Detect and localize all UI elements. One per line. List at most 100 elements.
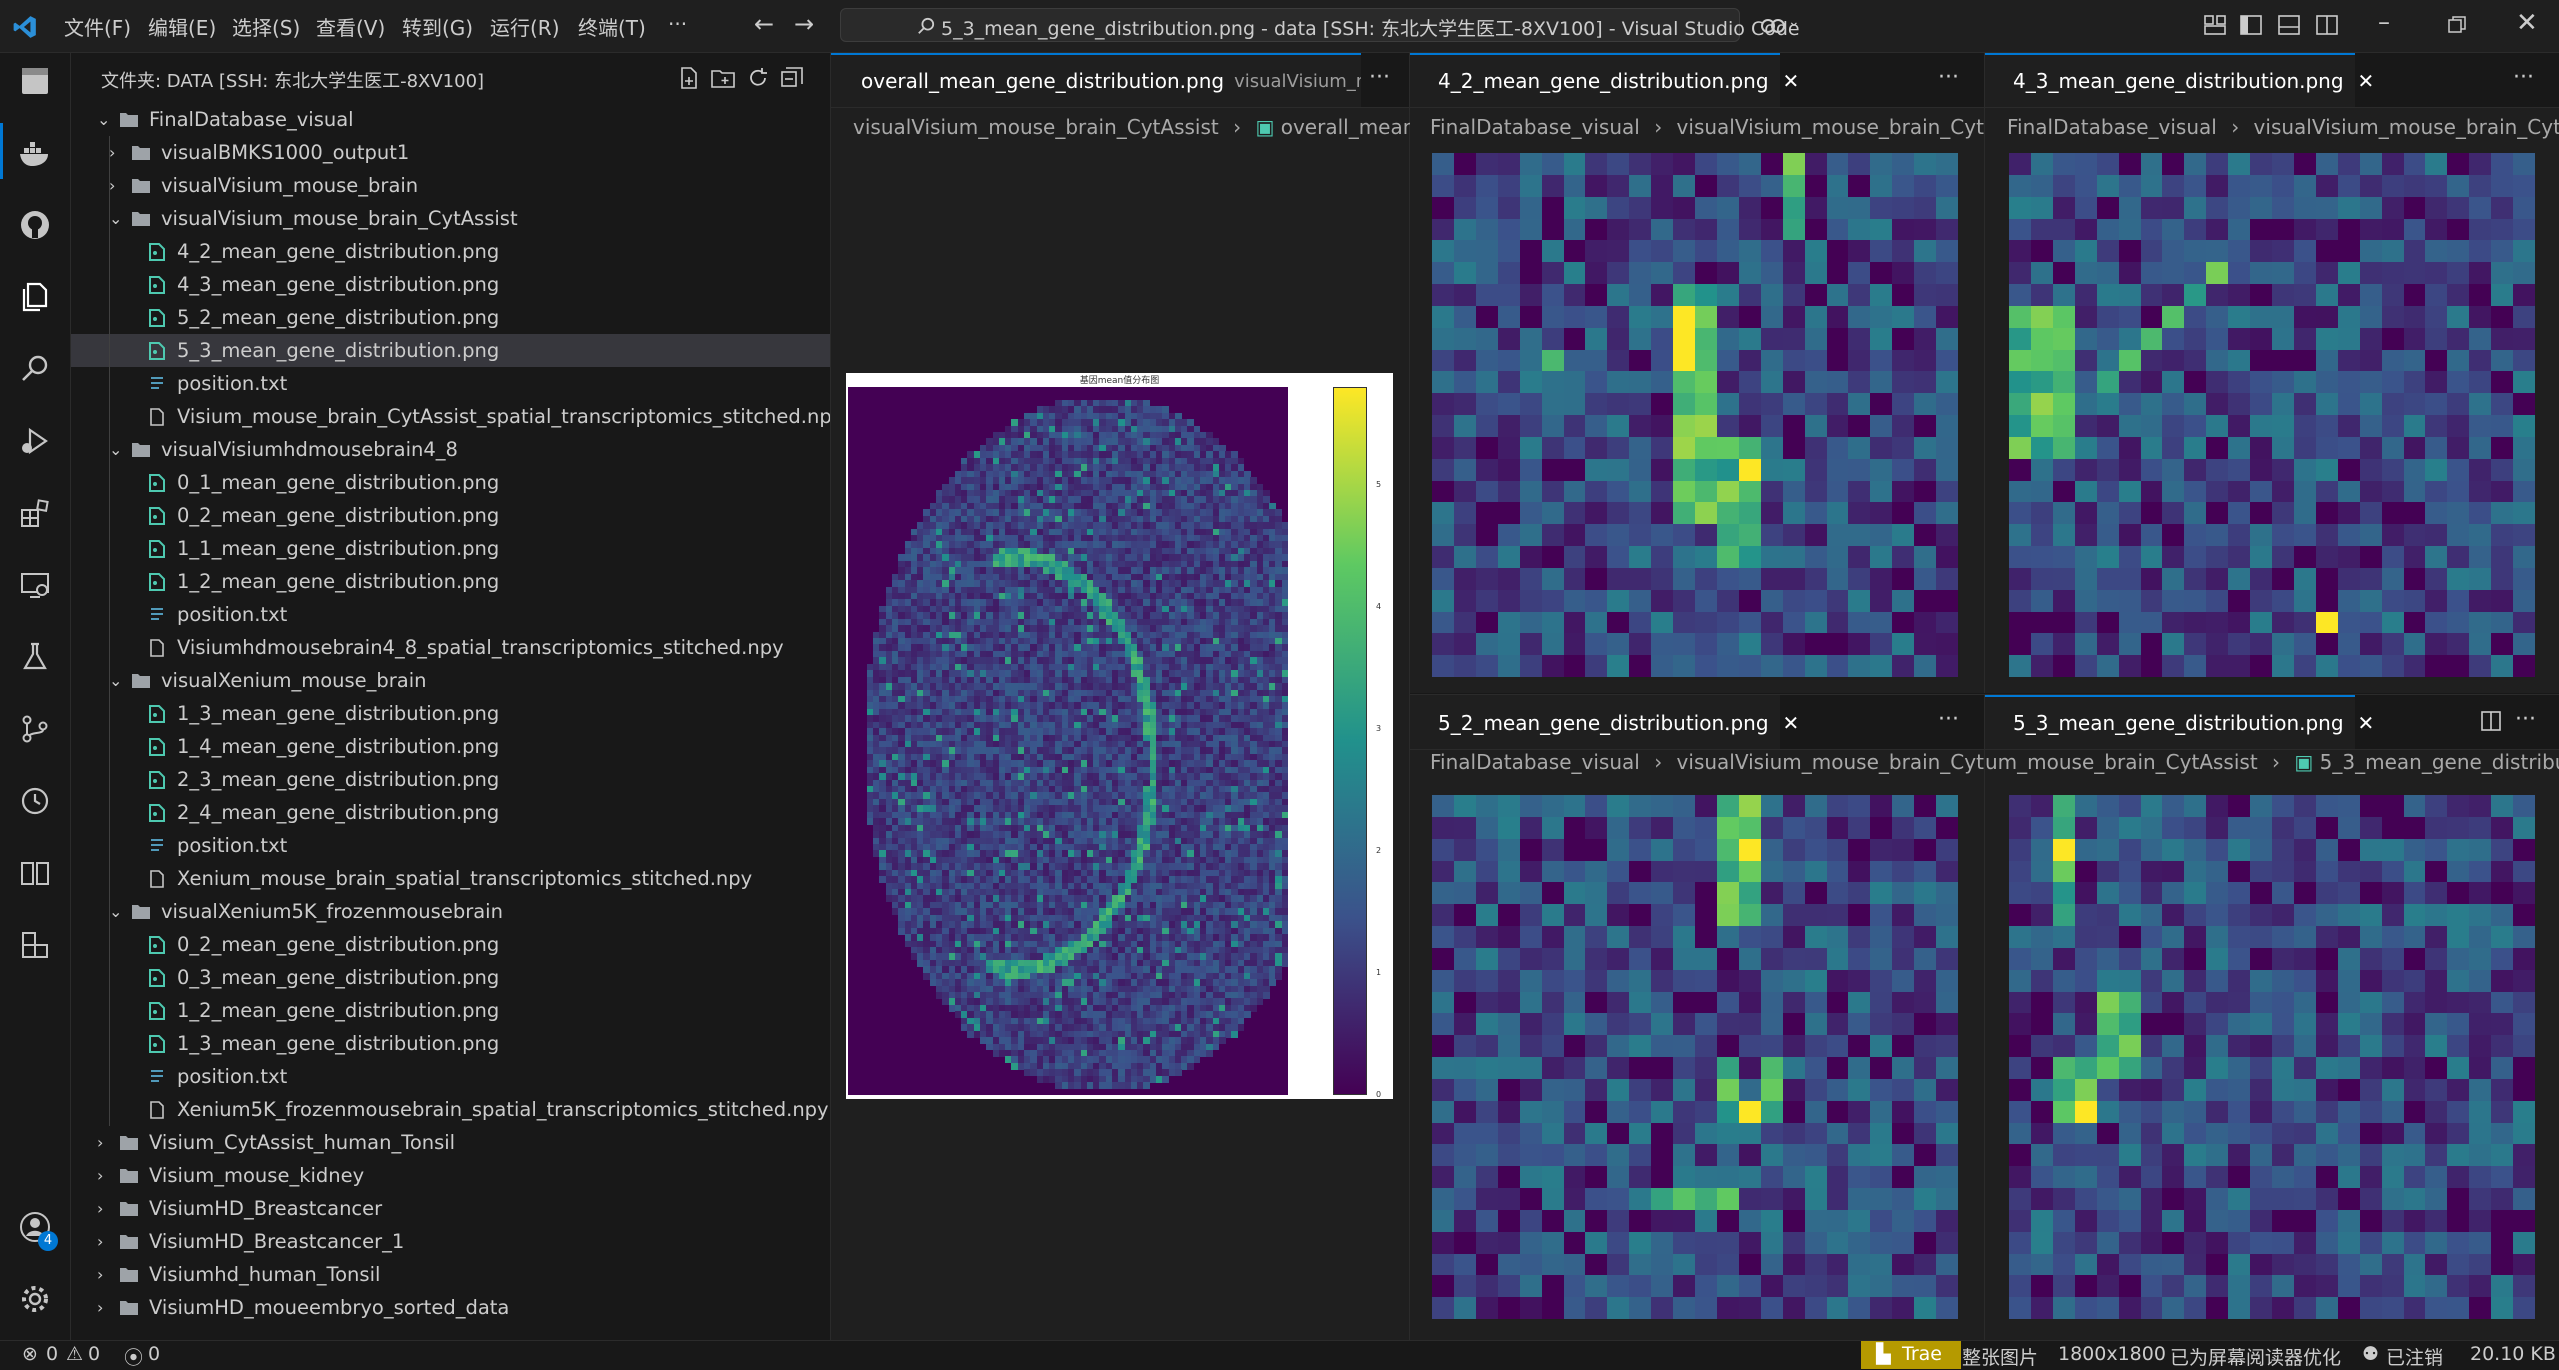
files-icon[interactable] bbox=[0, 269, 70, 325]
github-icon[interactable] bbox=[0, 197, 70, 253]
refresh-icon[interactable] bbox=[747, 67, 769, 89]
testing-icon[interactable] bbox=[0, 629, 70, 685]
menu-selection[interactable]: 选择(S) bbox=[232, 12, 300, 41]
chevron-right-icon[interactable]: › bbox=[97, 1291, 113, 1324]
new-file-icon[interactable] bbox=[679, 67, 699, 89]
back-arrow-icon[interactable]: ← bbox=[754, 10, 774, 38]
run-debug-icon[interactable] bbox=[0, 413, 70, 469]
folder-icon bbox=[131, 177, 151, 195]
chevron-down-icon[interactable]: ⌄ bbox=[97, 103, 113, 136]
restore-icon[interactable] bbox=[2448, 16, 2466, 34]
tree-file[interactable]: position.txt bbox=[71, 829, 830, 862]
command-center[interactable]: 5_3_mean_gene_distribution.png - data [S… bbox=[840, 8, 1740, 42]
tree-file[interactable]: position.txt bbox=[71, 598, 830, 631]
close-window-icon[interactable]: ✕ bbox=[2516, 8, 2538, 38]
toggle-panel-icon[interactable] bbox=[2278, 15, 2300, 35]
menu-file[interactable]: 文件(F) bbox=[64, 12, 131, 41]
tree-file[interactable]: Xenium_mouse_brain_spatial_transcriptomi… bbox=[71, 862, 830, 895]
tree-file[interactable]: position.txt bbox=[71, 1060, 830, 1093]
tree-file[interactable]: 5_3_mean_gene_distribution.png bbox=[71, 334, 830, 367]
source-control-icon[interactable] bbox=[0, 701, 70, 757]
account-icon[interactable] bbox=[0, 1199, 70, 1255]
chevron-right-icon[interactable]: › bbox=[109, 136, 125, 169]
menu-edit[interactable]: 编辑(E) bbox=[148, 12, 216, 41]
minimize-icon[interactable]: – bbox=[2378, 8, 2390, 36]
chevron-down-icon[interactable]: ⌄ bbox=[1788, 14, 1800, 30]
tree-file[interactable]: 1_2_mean_gene_distribution.png bbox=[71, 565, 830, 598]
toggle-secondary-sidebar-icon[interactable] bbox=[2316, 15, 2338, 35]
tree-file[interactable]: 0_2_mean_gene_distribution.png bbox=[71, 928, 830, 961]
tree-folder[interactable]: › Visiumhd_human_Tonsil bbox=[71, 1258, 830, 1291]
chevron-right-icon[interactable]: › bbox=[97, 1159, 113, 1192]
menu-terminal[interactable]: 终端(T) bbox=[578, 12, 646, 41]
new-folder-icon[interactable] bbox=[711, 67, 735, 89]
chevron-down-icon[interactable]: ⌄ bbox=[109, 433, 125, 466]
tree-file[interactable]: 1_3_mean_gene_distribution.png bbox=[71, 697, 830, 730]
layout-customize-icon[interactable] bbox=[2204, 15, 2226, 35]
menu-go[interactable]: 转到(G) bbox=[402, 12, 473, 41]
tree-folder[interactable]: ›VisiumHD_moueembryo_sorted_data bbox=[71, 1291, 830, 1324]
timeline-icon[interactable] bbox=[0, 773, 70, 829]
tree-file[interactable]: 1_1_mean_gene_distribution.png bbox=[71, 532, 830, 565]
tree-folder[interactable]: ›visualBMKS1000_output1 bbox=[71, 136, 830, 169]
tree-file[interactable]: 5_2_mean_gene_distribution.png bbox=[71, 301, 830, 334]
folder-open-icon bbox=[131, 210, 151, 228]
tree-file[interactable]: 2_3_mean_gene_distribution.png bbox=[71, 763, 830, 796]
explorer-icon[interactable] bbox=[0, 53, 70, 109]
chevron-right-icon[interactable]: › bbox=[97, 1258, 113, 1291]
tab-overall-mean[interactable]: overall_mean_gene_distribution.png visua… bbox=[831, 53, 1361, 107]
tree-file[interactable]: 1_3_mean_gene_distribution.png bbox=[71, 1027, 830, 1060]
chevron-right-icon[interactable]: › bbox=[97, 1225, 113, 1258]
tree-file[interactable]: 0_1_mean_gene_distribution.png bbox=[71, 466, 830, 499]
tree-file[interactable]: 4_2_mean_gene_distribution.png bbox=[71, 235, 830, 268]
chevron-right-icon[interactable]: › bbox=[97, 1192, 113, 1225]
menu-more[interactable]: ··· bbox=[668, 12, 687, 36]
tree-file[interactable]: 2_4_mean_gene_distribution.png bbox=[71, 796, 830, 829]
box-icon[interactable] bbox=[0, 917, 70, 973]
remote-explorer-icon[interactable] bbox=[0, 557, 70, 613]
copilot-icon[interactable] bbox=[1760, 14, 1786, 38]
book-icon[interactable] bbox=[0, 845, 70, 901]
tree-item-label: Visiumhd_human_Tonsil bbox=[149, 1258, 380, 1291]
breadcrumb-folder[interactable]: visualVisium_mouse_brain_CytAssist bbox=[853, 115, 1219, 139]
tree-folder[interactable]: ›Visium_mouse_kidney bbox=[71, 1159, 830, 1192]
gear-icon[interactable] bbox=[0, 1271, 70, 1327]
tree-folder[interactable]: ⌄FinalDatabase_visual bbox=[71, 103, 830, 136]
tree-folder[interactable]: ⌄visualXenium5K_frozenmousebrain bbox=[71, 895, 830, 928]
extensions-icon[interactable] bbox=[0, 485, 70, 541]
tree-file[interactable]: 1_4_mean_gene_distribution.png bbox=[71, 730, 830, 763]
tree-file[interactable]: 0_3_mean_gene_distribution.png bbox=[71, 961, 830, 994]
tree-folder[interactable]: ›Visium_CytAssist_human_Tonsil bbox=[71, 1126, 830, 1159]
tree-item-label: 0_3_mean_gene_distribution.png bbox=[177, 961, 499, 994]
tree-item-label: visualVisiumhdmousebrain4_8 bbox=[161, 433, 458, 466]
collapse-all-icon[interactable] bbox=[781, 67, 803, 89]
tree-file[interactable]: 4_3_mean_gene_distribution.png bbox=[71, 268, 830, 301]
tree-item-label: Xenium5K_frozenmousebrain_spatial_transc… bbox=[177, 1093, 829, 1126]
tree-folder[interactable]: ›visualVisium_mouse_brain bbox=[71, 169, 830, 202]
explorer-title: 文件夹: DATA [SSH: 东北大学生医工-8XV100] bbox=[101, 67, 484, 93]
toggle-primary-sidebar-icon[interactable] bbox=[2240, 15, 2262, 35]
tree-folder[interactable]: ›VisiumHD_Breastcancer_1 bbox=[71, 1225, 830, 1258]
tree-folder[interactable]: ⌄visualVisium_mouse_brain_CytAssist bbox=[71, 202, 830, 235]
more-actions-icon[interactable]: ··· bbox=[1369, 65, 1390, 90]
tree-file[interactable]: 0_2_mean_gene_distribution.png bbox=[71, 499, 830, 532]
docker-icon[interactable] bbox=[0, 125, 70, 181]
menu-run[interactable]: 运行(R) bbox=[490, 12, 560, 41]
chevron-down-icon[interactable]: ⌄ bbox=[109, 664, 125, 697]
tree-folder[interactable]: ⌄visualXenium_mouse_brain bbox=[71, 664, 830, 697]
tree-file[interactable]: Visiumhdmousebrain4_8_spatial_transcript… bbox=[71, 631, 830, 664]
tree-folder[interactable]: ⌄ visualVisiumhdmousebrain4_8 bbox=[71, 433, 830, 466]
tree-file[interactable]: position.txt bbox=[71, 367, 830, 400]
tree-file[interactable]: Visium_mouse_brain_CytAssist_spatial_tra… bbox=[71, 400, 830, 433]
tree-folder[interactable]: ›VisiumHD_Breastcancer bbox=[71, 1192, 830, 1225]
chevron-right-icon[interactable]: › bbox=[97, 1126, 113, 1159]
tree-file[interactable]: Xenium5K_frozenmousebrain_spatial_transc… bbox=[71, 1093, 830, 1126]
image-file-icon bbox=[147, 507, 167, 525]
tree-file[interactable]: 1_2_mean_gene_distribution.png bbox=[71, 994, 830, 1027]
chevron-right-icon[interactable]: › bbox=[109, 169, 125, 202]
menu-view[interactable]: 查看(V) bbox=[316, 12, 385, 41]
search-icon[interactable] bbox=[0, 341, 70, 397]
forward-arrow-icon[interactable]: → bbox=[794, 10, 814, 38]
chevron-down-icon[interactable]: ⌄ bbox=[109, 202, 125, 235]
chevron-down-icon[interactable]: ⌄ bbox=[109, 895, 125, 928]
